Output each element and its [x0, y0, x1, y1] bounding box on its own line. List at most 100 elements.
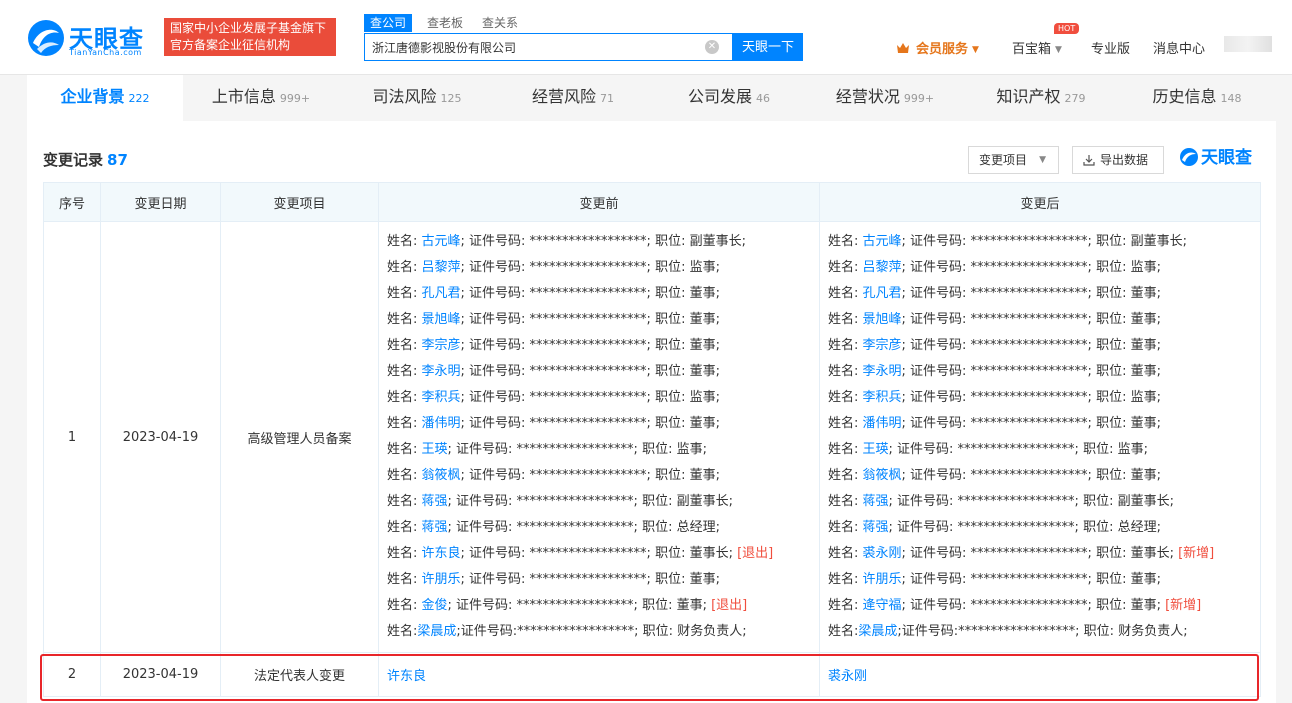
search-tab-boss[interactable]: 查老板 [421, 14, 469, 32]
list-item: 姓名: 裘永刚; 证件号码: ******************; 职位: 董… [828, 541, 1252, 567]
tab-listing-info[interactable]: 上市信息 999+ [183, 75, 339, 121]
person-name-link[interactable]: 孔凡君 [422, 286, 461, 301]
person-name-link[interactable]: 蒋强 [422, 494, 448, 509]
list-item: 姓名: 李宗彦; 证件号码: ******************; 职位: 董… [828, 333, 1252, 359]
name-label: 姓名: [828, 390, 863, 405]
person-name-link[interactable]: 李宗彦 [422, 338, 461, 353]
vip-service-menu[interactable]: 会员服务 ▼ [896, 38, 979, 57]
person-name-link[interactable]: 许朋乐 [863, 572, 902, 587]
person-name-link[interactable]: 蒋强 [863, 520, 889, 535]
person-name-link[interactable]: 古元峰 [422, 234, 461, 249]
header-before: 变更前 [378, 182, 820, 222]
person-name-link[interactable]: 王瑛 [863, 442, 889, 457]
tab-company-development[interactable]: 公司发展 46 [651, 75, 807, 121]
header-date: 变更日期 [100, 182, 221, 222]
message-center-link[interactable]: 消息中心 [1153, 38, 1205, 57]
user-avatar[interactable] [1224, 36, 1272, 52]
tab-intellectual-property[interactable]: 知识产权 279 [963, 75, 1119, 121]
person-name-link[interactable]: 裘永刚 [863, 546, 902, 561]
list-item: 姓名: 蒋强; 证件号码: ******************; 职位: 总经… [828, 515, 1252, 541]
search-button[interactable]: 天眼一下 [733, 33, 803, 61]
change-item-filter[interactable]: 变更项目 ▼ [968, 146, 1059, 174]
export-label: 导出数据 [1100, 153, 1149, 167]
list-item: 姓名: 古元峰; 证件号码: ******************; 职位: 副… [828, 229, 1252, 255]
list-item: 姓名: 孔凡君; 证件号码: ******************; 职位: 董… [387, 281, 811, 307]
tab-history-info[interactable]: 历史信息 148 [1119, 75, 1275, 121]
treasure-box-label: 百宝箱 [1012, 42, 1052, 57]
name-label: 姓名: [828, 546, 863, 561]
tianyancha-logo[interactable]: 天眼查 TianYanCha.com [27, 19, 151, 61]
logo-subtext: TianYanCha.com [69, 48, 142, 57]
person-details: ; 证件号码: ******************; 职位: 董事; [901, 598, 1161, 613]
crown-icon [897, 43, 909, 53]
vip-service-label: 会员服务 [916, 42, 969, 57]
person-name-link[interactable]: 潘伟明 [422, 416, 461, 431]
name-label: 姓名: [387, 234, 422, 249]
person-details: ; 证件号码: ******************; 职位: 总经理; [888, 520, 1161, 535]
name-label: 姓名: [387, 546, 422, 561]
search-tab-relation[interactable]: 查关系 [476, 14, 524, 32]
name-label: 姓名: [828, 598, 863, 613]
person-name-link[interactable]: 景旭峰 [422, 312, 461, 327]
person-name-link[interactable]: 李积兵 [863, 390, 902, 405]
person-name-link[interactable]: 许朋乐 [422, 572, 461, 587]
tab-operating-status[interactable]: 经营状况 999+ [807, 75, 963, 121]
main-tabs: 企业背景 222 上市信息 999+ 司法风险 125 经营风险 71 公司发展 46 经… [27, 75, 1276, 121]
name-label: 姓名: [387, 390, 422, 405]
person-name-link[interactable]: 潘伟明 [863, 416, 902, 431]
export-data-button[interactable]: 导出数据 [1072, 146, 1164, 174]
person-name-link[interactable]: 逄守福 [863, 598, 902, 613]
person-details: ; 证件号码: ******************; 职位: 董事; [460, 286, 720, 301]
person-name-link[interactable]: 许东良 [387, 669, 426, 684]
list-item: 姓名: 潘伟明; 证件号码: ******************; 职位: 董… [828, 411, 1252, 437]
person-name-link[interactable]: 蒋强 [863, 494, 889, 509]
tab-operating-risk[interactable]: 经营风险 71 [495, 75, 651, 121]
list-item: 姓名: 逄守福; 证件号码: ******************; 职位: 董… [828, 593, 1252, 619]
person-name-link[interactable]: 李永明 [422, 364, 461, 379]
list-item: 姓名: 许朋乐; 证件号码: ******************; 职位: 董… [828, 567, 1252, 593]
name-label: 姓名: [828, 312, 863, 327]
person-name-link[interactable]: 梁晨成 [858, 624, 897, 639]
person-name-link[interactable]: 翁筱枫 [422, 468, 461, 483]
name-label: 姓名: [387, 260, 422, 275]
person-name-link[interactable]: 景旭峰 [863, 312, 902, 327]
person-name-link[interactable]: 李积兵 [422, 390, 461, 405]
person-name-link[interactable]: 王瑛 [422, 442, 448, 457]
person-name-link[interactable]: 金俊 [422, 598, 448, 613]
list-item: 姓名: 蒋强; 证件号码: ******************; 职位: 副董… [828, 489, 1252, 515]
search-box: ✕ [364, 33, 733, 61]
person-name-link[interactable]: 孔凡君 [863, 286, 902, 301]
person-name-link[interactable]: 翁筱枫 [863, 468, 902, 483]
filter-label: 变更项目 [979, 153, 1028, 167]
person-name-link[interactable]: 许东良 [422, 546, 461, 561]
list-item: 姓名: 景旭峰; 证件号码: ******************; 职位: 董… [387, 307, 811, 333]
clear-icon[interactable]: ✕ [705, 40, 719, 54]
person-name-link[interactable]: 古元峰 [863, 234, 902, 249]
person-name-link[interactable]: 吕黎萍 [422, 260, 461, 275]
row-date: 2023-04-19 [100, 652, 221, 697]
person-name-link[interactable]: 蒋强 [422, 520, 448, 535]
row-date: 2023-04-19 [100, 221, 221, 653]
person-details: ; 证件号码: ******************; 职位: 董事; [901, 572, 1161, 587]
logo-mark-icon [28, 20, 64, 56]
person-name-link[interactable]: 吕黎萍 [863, 260, 902, 275]
person-name-link[interactable]: 李永明 [863, 364, 902, 379]
tab-enterprise-background[interactable]: 企业背景 222 [27, 75, 183, 121]
person-name-link[interactable]: 梁晨成 [417, 624, 456, 639]
search-input[interactable] [372, 34, 692, 60]
name-label: 姓名: [828, 442, 863, 457]
person-details: ; 证件号码: ******************; 职位: 监事; [888, 442, 1148, 457]
download-icon [1083, 155, 1095, 166]
header-index: 序号 [43, 182, 101, 222]
tab-judicial-risk[interactable]: 司法风险 125 [339, 75, 495, 121]
person-name-link[interactable]: 李宗彦 [863, 338, 902, 353]
change-tag: [退出] [711, 598, 748, 613]
person-name-link[interactable]: 裘永刚 [828, 669, 867, 684]
person-details: ; 证件号码: ******************; 职位: 监事; [901, 260, 1161, 275]
list-item: 姓名: 蒋强; 证件号码: ******************; 职位: 总经… [387, 515, 811, 541]
pro-version-link[interactable]: 专业版 [1091, 38, 1130, 57]
name-label: 姓名: [828, 494, 863, 509]
treasure-box-menu[interactable]: 百宝箱 ▼ [1012, 38, 1062, 57]
government-badge: 国家中小企业发展子基金旗下 官方备案企业征信机构 [164, 18, 336, 56]
search-tab-company[interactable]: 查公司 [364, 14, 413, 32]
